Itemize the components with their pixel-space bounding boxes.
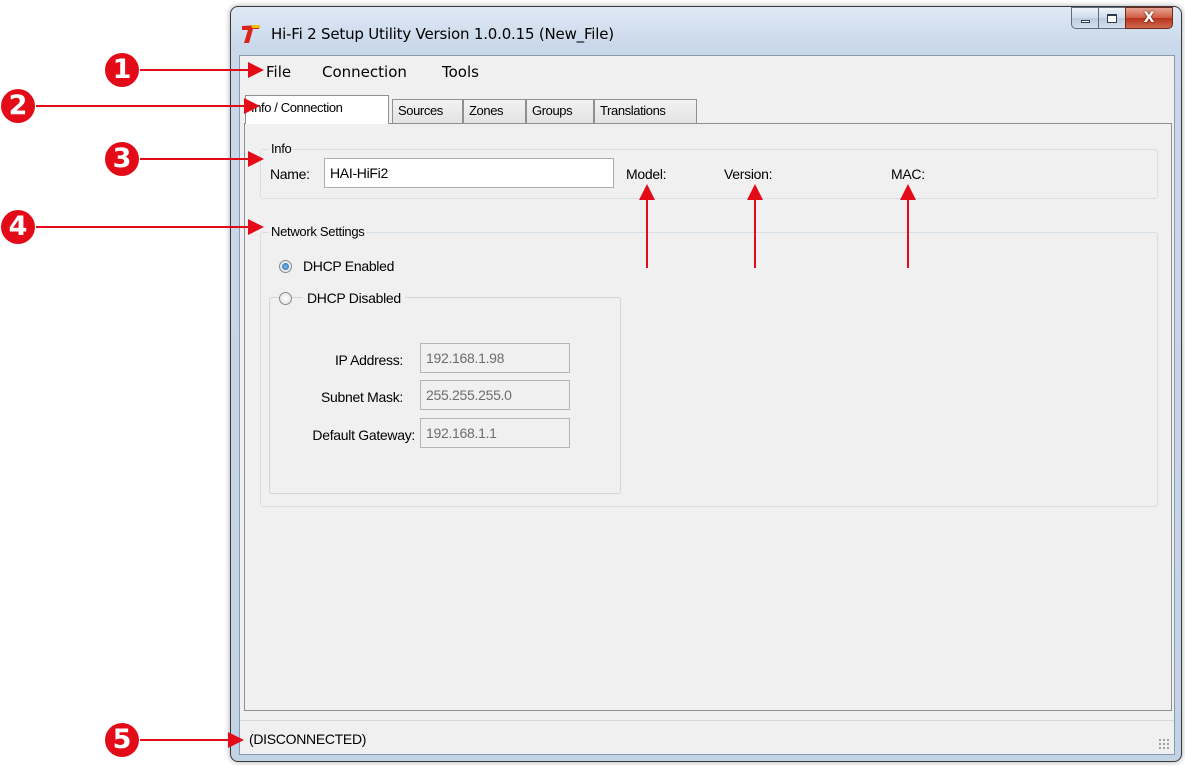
dhcp-enabled-radio[interactable] bbox=[279, 260, 292, 273]
menu-tools[interactable]: Tools bbox=[442, 63, 479, 81]
dhcp-enabled-label[interactable]: DHCP Enabled bbox=[303, 258, 394, 274]
app-window: Hi-Fi 2 Setup Utility Version 1.0.0.15 (… bbox=[230, 6, 1182, 762]
callout-2: 2 bbox=[1, 89, 35, 123]
close-icon: X bbox=[1143, 10, 1155, 26]
menu-file[interactable]: File bbox=[266, 63, 291, 81]
network-settings-title: Network Settings bbox=[269, 224, 367, 239]
default-gateway-label: Default Gateway: bbox=[312, 427, 415, 443]
info-group: Info Name: Model: Version: MAC: bbox=[260, 141, 1158, 199]
ip-address-label: IP Address: bbox=[334, 352, 403, 368]
tab-info-connection[interactable]: Info / Connection bbox=[245, 95, 389, 124]
tab-groups[interactable]: Groups bbox=[526, 99, 594, 123]
menu-connection[interactable]: Connection bbox=[322, 63, 407, 81]
ip-address-input[interactable] bbox=[420, 343, 570, 373]
static-ip-group: DHCP Disabled IP Address: Subnet Mask: D… bbox=[269, 290, 621, 494]
app-logo-icon bbox=[242, 25, 260, 43]
info-group-title: Info bbox=[269, 141, 294, 156]
tab-zones[interactable]: Zones bbox=[463, 99, 526, 123]
name-label: Name: bbox=[270, 166, 310, 182]
connection-status: (DISCONNECTED) bbox=[249, 731, 367, 747]
callout-4: 4 bbox=[1, 210, 35, 244]
network-settings-group: Network Settings DHCP Enabled DHCP Disab… bbox=[260, 224, 1158, 507]
dhcp-disabled-label[interactable]: DHCP Disabled bbox=[303, 290, 405, 306]
subnet-mask-input[interactable] bbox=[420, 380, 570, 410]
maximize-icon bbox=[1107, 13, 1117, 23]
name-input[interactable] bbox=[324, 158, 614, 188]
menu-bar: File Connection Tools bbox=[240, 56, 1174, 82]
title-bar[interactable]: Hi-Fi 2 Setup Utility Version 1.0.0.15 (… bbox=[231, 7, 1181, 55]
callout-5: 5 bbox=[105, 723, 139, 757]
resize-grip-icon[interactable] bbox=[1158, 738, 1170, 750]
version-label: Version: bbox=[724, 166, 773, 182]
status-bar: (DISCONNECTED) bbox=[240, 720, 1174, 754]
client-area: File Connection Tools Info / Connection … bbox=[239, 55, 1175, 755]
subnet-mask-label: Subnet Mask: bbox=[321, 389, 403, 405]
tab-panel-info-connection: Info Name: Model: Version: MAC: Network … bbox=[244, 123, 1172, 711]
maximize-button[interactable] bbox=[1098, 7, 1125, 29]
callout-3: 3 bbox=[105, 142, 139, 176]
tab-translations[interactable]: Translations bbox=[594, 99, 697, 123]
minimize-icon bbox=[1080, 19, 1090, 23]
minimize-button[interactable] bbox=[1071, 7, 1098, 29]
model-label: Model: bbox=[626, 166, 667, 182]
callout-1: 1 bbox=[105, 53, 139, 87]
tab-sources[interactable]: Sources bbox=[392, 99, 463, 123]
close-button[interactable]: X bbox=[1125, 7, 1173, 29]
dhcp-disabled-radio[interactable] bbox=[279, 292, 292, 305]
mac-label: MAC: bbox=[891, 166, 925, 182]
default-gateway-input[interactable] bbox=[420, 418, 570, 448]
window-title: Hi-Fi 2 Setup Utility Version 1.0.0.15 (… bbox=[271, 25, 614, 43]
window-controls: X bbox=[1071, 7, 1173, 33]
